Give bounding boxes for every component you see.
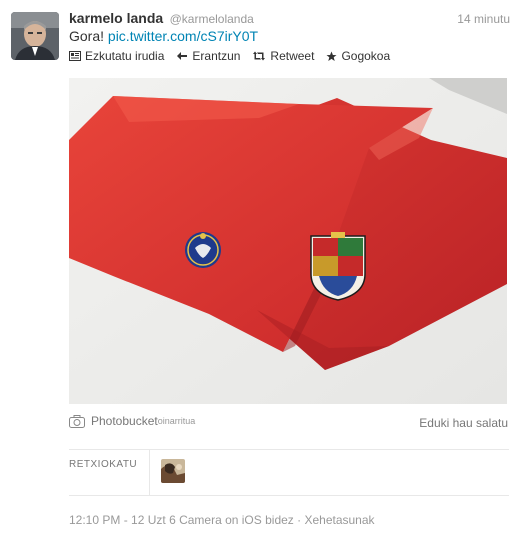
image-icon: [69, 51, 81, 61]
tweet-text-prefix: Gora!: [69, 28, 108, 44]
tweet-timestamp[interactable]: 14 minutu: [457, 12, 510, 26]
user-fullname[interactable]: karmelo landa: [69, 10, 163, 26]
retweets-label: RETXIOKATU: [69, 459, 138, 470]
retweet-label: Retweet: [270, 49, 315, 63]
red-scarves-photo: [69, 78, 507, 404]
tweet-source[interactable]: 6 Camera on iOS bidez: [169, 513, 294, 527]
tweet-meta: 12:10 PM - 12 Uzt 6 Camera on iOS bidez …: [69, 513, 375, 527]
tweet-datetime[interactable]: 12:10 PM - 12 Uzt: [69, 513, 166, 527]
hide-image-label: Ezkutatu irudia: [85, 49, 165, 63]
tweet-media-image[interactable]: [69, 78, 507, 404]
hide-image-button[interactable]: Ezkutatu irudia: [69, 49, 164, 63]
shield-emblem: [310, 232, 366, 301]
provider-name: Photobucket: [91, 414, 158, 428]
meta-separator-2: ·: [293, 513, 305, 527]
favorite-button[interactable]: Gogokoa: [326, 49, 390, 63]
divider-bottom: [69, 495, 509, 496]
reply-icon: [177, 52, 188, 60]
avatar[interactable]: [11, 12, 59, 60]
divider-top: [69, 449, 509, 450]
round-emblem: [185, 232, 221, 268]
tweet-media-link[interactable]: pic.twitter.com/cS7irY0T: [108, 28, 258, 44]
user-handle[interactable]: @karmelolanda: [170, 12, 254, 26]
retweeter-avatar[interactable]: [161, 459, 185, 483]
tweet-text: Gora! pic.twitter.com/cS7irY0T: [69, 28, 258, 44]
report-content-link[interactable]: Eduki hau salatu: [419, 416, 508, 430]
retweet-icon: [253, 51, 266, 61]
tweet-header: karmelo landa @karmelolanda 14 minutu: [69, 10, 510, 28]
reply-button[interactable]: Erantzun: [176, 49, 240, 63]
provider-subtitle: oinarritua: [157, 416, 196, 426]
favorite-label: Gogokoa: [341, 49, 391, 63]
retweet-button[interactable]: Retweet: [252, 49, 314, 63]
details-link[interactable]: Xehetasunak: [304, 513, 374, 527]
retweeter-avatar-image: [161, 459, 185, 483]
reply-label: Erantzun: [192, 49, 241, 63]
media-footer: Photobucket oinarritua Eduki hau salatu: [69, 414, 508, 432]
star-icon: [326, 51, 337, 61]
retweets-separator: [149, 450, 150, 495]
camera-icon: [69, 414, 85, 428]
tweet-actions: Ezkutatu irudia Erantzun Retweet Gogokoa: [69, 48, 402, 64]
user-avatar-image: [11, 12, 59, 60]
